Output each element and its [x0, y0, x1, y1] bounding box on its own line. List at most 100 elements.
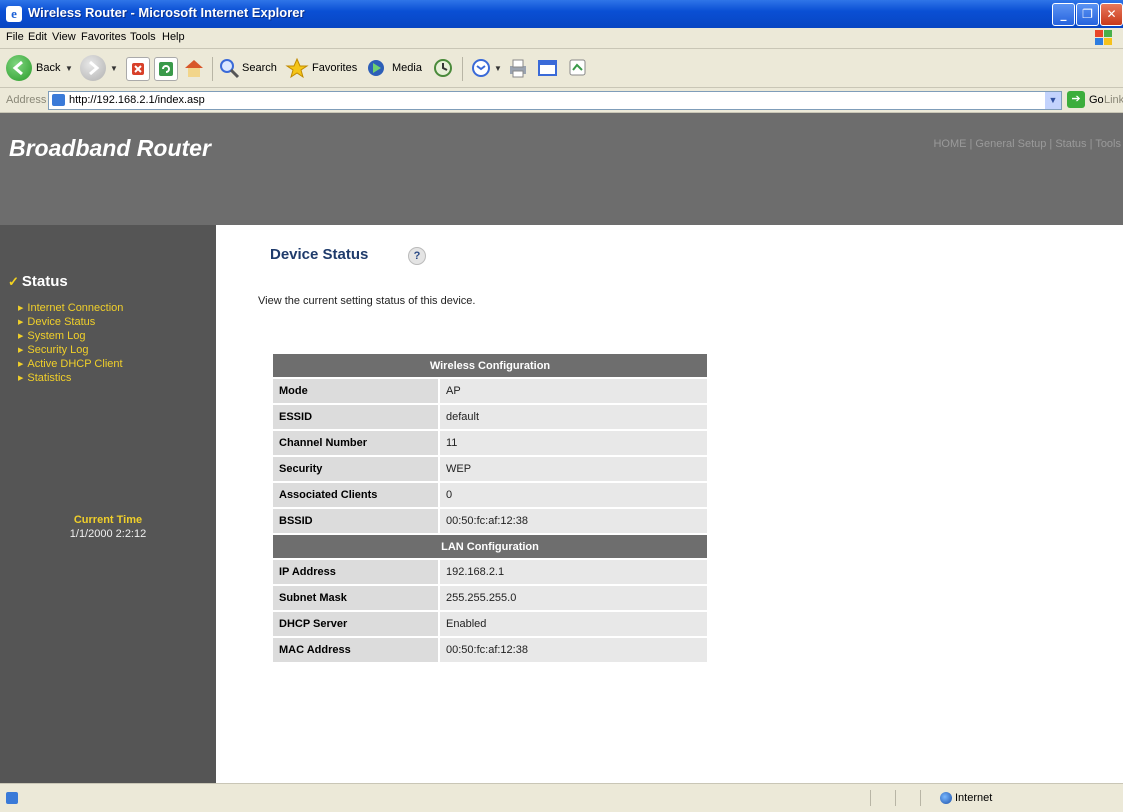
refresh-icon[interactable] [154, 57, 178, 81]
mail-dropdown-icon[interactable]: ▼ [494, 64, 502, 73]
edit-icon[interactable] [536, 57, 558, 79]
forward-dropdown-icon[interactable]: ▼ [110, 64, 118, 73]
row-key: Subnet Mask [273, 586, 440, 610]
page-title: Device Status [270, 246, 369, 263]
current-time-label: Current Time [73, 514, 143, 526]
table-row: Security WEP [273, 457, 707, 481]
sidebar: ✓ Status ▶ Internet Connection ▶ Device Sta… [0, 225, 216, 783]
page-description: View the current setting status of this … [258, 295, 476, 307]
row-value: 00:50:fc:af:12:38 [440, 638, 707, 662]
help-icon[interactable]: ? [408, 247, 426, 265]
favorites-star-icon[interactable] [285, 57, 309, 79]
media-icon[interactable] [365, 57, 387, 79]
back-arrow-icon[interactable] [6, 55, 32, 81]
search-button-label[interactable]: Search [242, 62, 277, 74]
row-value: AP [440, 379, 707, 403]
sidebar-item-system-log[interactable]: ▶ System Log [18, 330, 85, 342]
row-value: WEP [440, 457, 707, 481]
row-value: 192.168.2.1 [440, 560, 707, 584]
nav-status[interactable]: Status [1055, 138, 1086, 150]
address-url[interactable]: http://192.168.2.1/index.asp [69, 94, 205, 106]
sidebar-heading[interactable]: ✓ Status [8, 273, 68, 290]
router-banner: Broadband Router HOME | General Setup | … [0, 113, 1123, 225]
sidebar-item-label: Security Log [27, 344, 89, 356]
forward-arrow-icon[interactable] [80, 55, 106, 81]
sidebar-item-active-dhcp-client[interactable]: ▶ Active DHCP Client [18, 358, 123, 370]
row-value: Enabled [440, 612, 707, 636]
window-title: Wireless Router - Microsoft Internet Exp… [28, 5, 305, 20]
home-icon[interactable] [182, 57, 204, 79]
sidebar-item-device-status[interactable]: ▶ Device Status [18, 316, 95, 328]
sidebar-item-internet-connection[interactable]: ▶ Internet Connection [18, 302, 123, 314]
messenger-icon[interactable] [566, 57, 588, 79]
maximize-button[interactable]: ❐ [1076, 3, 1099, 26]
menu-tools[interactable]: Tools [130, 31, 156, 43]
menu-help[interactable]: Help [162, 31, 185, 43]
media-button-label[interactable]: Media [392, 62, 422, 74]
sidebar-item-label: Device Status [27, 316, 96, 328]
minimize-button[interactable]: _ [1052, 3, 1075, 26]
sidebar-item-statistics[interactable]: ▶ Statistics [18, 372, 71, 384]
table-row: BSSID 00:50:fc:af:12:38 [273, 509, 707, 533]
address-input[interactable]: http://192.168.2.1/index.asp ▼ [48, 91, 1062, 110]
row-value: 11 [440, 431, 707, 455]
row-key: MAC Address [273, 638, 440, 662]
toolbar-separator [212, 57, 213, 81]
status-table: Wireless Configuration Mode AP ESSID defau… [273, 352, 707, 664]
row-value: 255.255.255.0 [440, 586, 707, 610]
stop-icon[interactable] [126, 57, 150, 81]
nav-home[interactable]: HOME [933, 138, 966, 150]
nav-general-setup[interactable]: General Setup [975, 138, 1046, 150]
brand-title: Broadband Router [9, 135, 211, 161]
table-row: Channel Number 11 [273, 431, 707, 455]
sidebar-item-label: System Log [27, 330, 86, 342]
address-bar: Address http://192.168.2.1/index.asp ▼ ➔… [0, 88, 1123, 113]
search-icon[interactable] [218, 57, 240, 79]
row-key: Channel Number [273, 431, 440, 455]
address-dropdown-icon[interactable]: ▼ [1045, 92, 1061, 109]
windows-logo-icon [1093, 29, 1115, 47]
row-key: IP Address [273, 560, 440, 584]
bullet-arrow-icon: ▶ [18, 333, 24, 340]
menu-file[interactable]: File [6, 31, 24, 43]
bullet-arrow-icon: ▶ [18, 375, 24, 382]
back-button-label[interactable]: Back [36, 62, 60, 74]
page-icon [52, 94, 65, 106]
go-button-label[interactable]: Go [1089, 94, 1104, 106]
table-section-header: Wireless Configuration [273, 354, 707, 377]
menu-edit[interactable]: Edit [28, 31, 47, 43]
menu-view[interactable]: View [52, 31, 76, 43]
address-label: Address [6, 94, 47, 106]
table-row: Mode AP [273, 379, 707, 403]
close-button[interactable]: ✕ [1100, 3, 1123, 26]
back-dropdown-icon[interactable]: ▼ [65, 64, 73, 73]
favorites-button-label[interactable]: Favorites [312, 62, 357, 74]
row-key: Security [273, 457, 440, 481]
menu-favorites[interactable]: Favorites [81, 31, 126, 43]
print-icon[interactable] [506, 57, 528, 79]
row-key: Mode [273, 379, 440, 403]
bullet-arrow-icon: ▶ [18, 319, 24, 326]
wireless-config-header: Wireless Configuration [273, 354, 707, 377]
mail-icon[interactable] [470, 57, 492, 79]
go-arrow-icon[interactable]: ➔ [1067, 91, 1085, 108]
table-row: Subnet Mask 255.255.255.0 [273, 586, 707, 610]
links-label[interactable]: Links [1104, 94, 1123, 106]
sidebar-item-security-log[interactable]: ▶ Security Log [18, 344, 89, 356]
toolbar: Back ▼ ▼ Search Favorites Media ▼ [0, 49, 1123, 88]
table-row: ESSID default [273, 405, 707, 429]
web-page: Broadband Router HOME | General Setup | … [0, 113, 1123, 783]
status-separator [870, 790, 871, 806]
menu-bar: File Edit View Favorites Tools Help [0, 28, 1123, 49]
table-row: Associated Clients 0 [273, 483, 707, 507]
bullet-arrow-icon: ▶ [18, 347, 24, 354]
bullet-arrow-icon: ▶ [18, 305, 24, 312]
row-key: Associated Clients [273, 483, 440, 507]
toolbar-separator [462, 57, 463, 81]
window-title-bar[interactable]: e Wireless Router - Microsoft Internet E… [0, 0, 1123, 28]
row-value: default [440, 405, 707, 429]
history-icon[interactable] [432, 57, 454, 79]
row-key: BSSID [273, 509, 440, 533]
lan-config-header: LAN Configuration [273, 535, 707, 558]
nav-tools[interactable]: Tools [1095, 138, 1121, 150]
